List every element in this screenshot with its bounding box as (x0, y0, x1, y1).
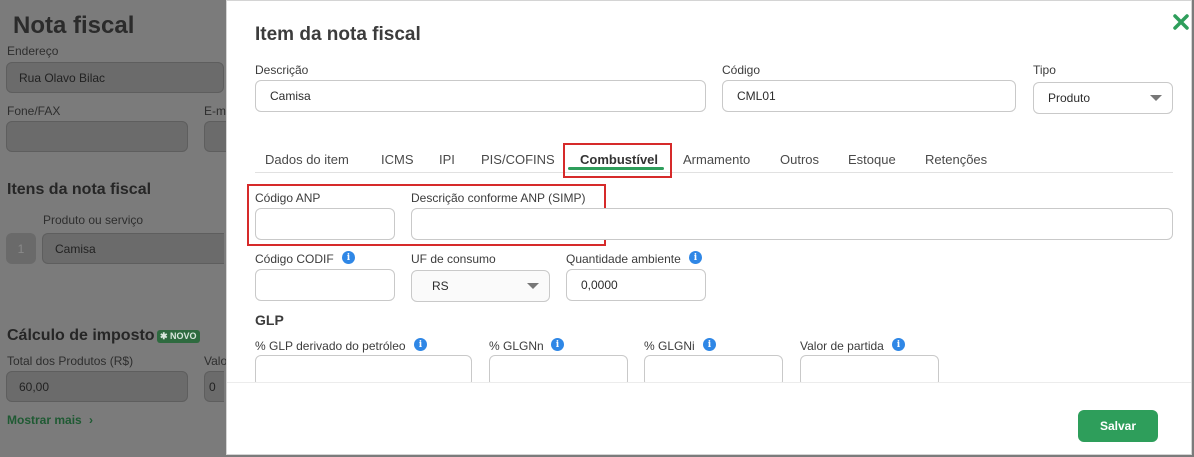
novo-badge: ✱ NOVO (157, 330, 200, 343)
produto-label: Produto ou serviço (43, 213, 144, 227)
info-icon[interactable]: i (703, 338, 716, 351)
info-icon[interactable]: i (892, 338, 905, 351)
glp-derivado-label: % GLP derivado do petróleo (255, 339, 406, 353)
tab-armamento[interactable]: Armamento (683, 152, 750, 167)
info-icon[interactable]: i (551, 338, 564, 351)
descricao-label: Descrição (255, 63, 309, 77)
item-number: 1 (6, 233, 36, 264)
mostrar-mais-link[interactable]: Mostrar mais › (7, 413, 93, 427)
endereco-value: Rua Olavo Bilac (19, 70, 106, 85)
other-value: 0 (209, 379, 216, 394)
tab-dados-do-item[interactable]: Dados do item (265, 152, 349, 167)
codigo-codif-label: Código CODIF (255, 252, 334, 266)
info-icon[interactable]: i (689, 251, 702, 264)
glgnn-label: % GLGNn (489, 339, 544, 353)
tab-estoque[interactable]: Estoque (848, 152, 896, 167)
total-value: 60,00 (19, 379, 50, 394)
codigo-anp-field[interactable] (255, 208, 395, 240)
descricao-anp-label: Descrição conforme ANP (SIMP) (411, 191, 586, 205)
save-button[interactable]: Salvar (1078, 410, 1158, 442)
glp-heading: GLP (255, 312, 284, 328)
uf-value: RS (432, 279, 449, 293)
descricao-anp-field[interactable] (411, 208, 1173, 240)
tab-ipi[interactable]: IPI (439, 152, 455, 167)
produto-value: Camisa (55, 241, 96, 256)
highlight-box-tab (563, 143, 672, 178)
chevron-right-icon: › (89, 413, 94, 427)
valor-label: Valo (204, 354, 228, 368)
quantidade-label: Quantidade ambiente (566, 252, 681, 266)
valor-partida-label: Valor de partida (800, 339, 884, 353)
total-label: Total dos Produtos (R$) (7, 354, 134, 368)
endereco-field[interactable]: Rua Olavo Bilac (6, 62, 224, 93)
tipo-value: Produto (1048, 91, 1091, 105)
codigo-field[interactable]: CML01 (722, 80, 1016, 112)
total-field[interactable]: 60,00 (6, 371, 188, 402)
tab-pis-cofins[interactable]: PIS/COFINS (481, 152, 555, 167)
calculo-heading: Cálculo de imposto (7, 327, 155, 344)
uf-label: UF de consumo (411, 252, 496, 266)
glgni-label: % GLGNi (644, 339, 695, 353)
codigo-codif-field[interactable] (255, 269, 395, 301)
page-title: Nota fiscal (13, 12, 135, 39)
itens-heading: Itens da nota fiscal (7, 181, 152, 198)
tab-icms[interactable]: ICMS (381, 152, 414, 167)
uf-select[interactable]: RS (411, 270, 550, 302)
quantidade-value: 0,0000 (581, 278, 618, 292)
tipo-select[interactable]: Produto (1033, 82, 1173, 114)
codigo-value: CML01 (737, 89, 776, 103)
info-icon[interactable]: i (414, 338, 427, 351)
fone-field[interactable] (6, 121, 188, 152)
quantidade-field[interactable]: 0,0000 (566, 269, 706, 301)
email-label: E-m (204, 104, 226, 118)
codigo-label: Código (722, 63, 761, 77)
endereco-label: Endereço (7, 44, 59, 58)
modal-footer (227, 382, 1191, 453)
chevron-down-icon (527, 283, 539, 289)
close-icon[interactable] (1172, 13, 1190, 31)
codigo-anp-label: Código ANP (255, 191, 321, 205)
chevron-down-icon (1150, 95, 1162, 101)
other-field[interactable]: 0 (204, 371, 224, 402)
descricao-value: Camisa (270, 89, 311, 103)
tab-outros[interactable]: Outros (780, 152, 819, 167)
modal-title: Item da nota fiscal (255, 24, 421, 45)
item-modal: Item da nota fiscal Descrição Camisa Cód… (226, 0, 1192, 455)
tab-retencoes[interactable]: Retenções (925, 152, 987, 167)
fone-label: Fone/FAX (7, 104, 61, 118)
produto-field[interactable]: Camisa (42, 233, 224, 264)
info-icon[interactable]: i (342, 251, 355, 264)
descricao-field[interactable]: Camisa (255, 80, 706, 112)
tabs-divider (255, 172, 1173, 173)
tipo-label: Tipo (1033, 63, 1056, 77)
